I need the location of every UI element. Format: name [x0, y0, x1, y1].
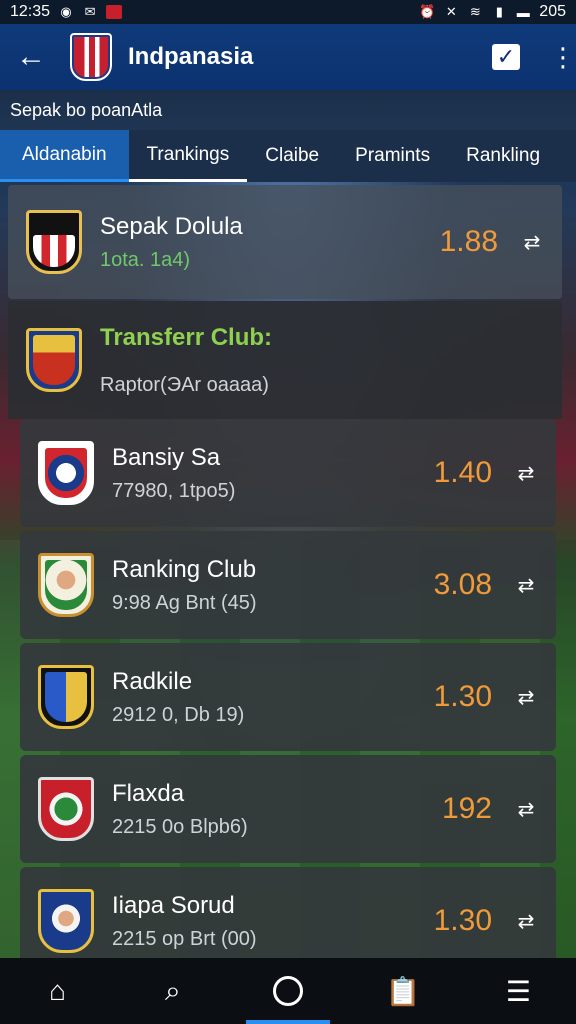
club-sub: 2215 0o Blpb6): [112, 815, 248, 838]
club-rating: 1.30: [433, 904, 492, 937]
swap-icon[interactable]: ⇄: [520, 230, 544, 255]
home-icon[interactable]: ⌂: [28, 958, 88, 1024]
club-name: Bansiy Sa: [112, 443, 221, 471]
more-vert-icon[interactable]: ⋮: [550, 44, 576, 70]
club-crest: [38, 441, 94, 505]
tab-trankings[interactable]: Trankings: [128, 130, 248, 182]
club-sub: 77980, 1tpo5): [112, 479, 236, 502]
tab-rankling[interactable]: Rankling: [448, 130, 558, 182]
club-name: Ranking Club: [112, 555, 257, 583]
tab-aldanabin[interactable]: Aldanabin: [0, 130, 129, 182]
club-name: Flaxda: [112, 779, 185, 807]
club-rating: 1.88: [439, 225, 498, 258]
club-sub: 2215 op Brt (00): [112, 927, 257, 950]
app-bar: ← Indpanasia ✓ ⋮: [0, 24, 576, 90]
club-name: Sepak Dolula: [100, 212, 243, 240]
battery-level: 205: [539, 3, 566, 20]
club-rating: 1.40: [433, 456, 492, 489]
club-crest: [26, 210, 82, 274]
subheader: Sepak bo poanAtla: [0, 90, 576, 130]
subheader-text: Sepak bo poanAtla: [10, 99, 163, 120]
club-crest: [38, 665, 94, 729]
club-rating: 3.08: [433, 568, 492, 601]
club-sub: 9:98 Ag Bnt (45): [112, 591, 257, 614]
club-crest: [38, 777, 94, 841]
transfer-club-item[interactable]: Transferr Club: Raptor(ЭAr oaaaa): [8, 301, 562, 419]
club-crest: [26, 328, 82, 392]
club-rating: 192: [441, 792, 492, 825]
club-crest: [38, 553, 94, 617]
alarm-icon: ◉: [60, 4, 72, 19]
clipboard-icon[interactable]: 📋: [373, 958, 433, 1024]
list-item[interactable]: Ranking Club 9:98 Ag Bnt (45) 3.08 ⇄: [20, 531, 556, 639]
battery-icon: ▬: [516, 4, 530, 20]
mail-icon: ✉: [84, 4, 96, 19]
swap-icon[interactable]: ⇄: [514, 573, 538, 598]
club-logo: [70, 33, 112, 81]
club-rating: 1.30: [433, 680, 492, 713]
list-item[interactable]: Bansiy Sa 77980, 1tpo5) 1.40 ⇄: [20, 419, 556, 527]
club-sub: 2912 0, Db 19): [112, 703, 245, 726]
tab-claibe[interactable]: Claibe: [247, 130, 337, 182]
club-sub: 1ota. 1a4): [100, 248, 191, 271]
signal-icon: ▮: [495, 4, 503, 19]
app-title: Indpanasia: [128, 43, 254, 70]
search-icon[interactable]: ⌕: [143, 958, 203, 1024]
transfer-club-sub: Raptor(ЭAr oaaaa): [100, 373, 269, 396]
swap-icon[interactable]: ⇄: [514, 685, 538, 710]
list-item[interactable]: Sepak Dolula 1ota. 1a4) 1.88 ⇄: [8, 185, 562, 299]
club-crest: [38, 889, 94, 953]
club-name: Radkile: [112, 667, 193, 695]
tab-pramints[interactable]: Pramints: [337, 130, 448, 182]
status-time: 12:35: [10, 3, 51, 20]
list-item[interactable]: Flaxda 2215 0o Blpb6) 192 ⇄: [20, 755, 556, 863]
list-icon[interactable]: ☰: [488, 958, 548, 1024]
arrow-left-icon[interactable]: ←: [16, 42, 56, 72]
club-name: Iiapa Sorud: [112, 891, 235, 919]
swap-icon[interactable]: ⇄: [514, 797, 538, 822]
swap-icon[interactable]: ⇄: [514, 909, 538, 934]
transfer-club-title: Transferr Club:: [100, 323, 273, 351]
circle-icon[interactable]: [245, 958, 330, 1024]
list-item[interactable]: Radkile 2912 0, Db 19) 1.30 ⇄: [20, 643, 556, 751]
check-box-icon[interactable]: ✓: [492, 44, 520, 70]
no-signal-icon: ✕: [445, 4, 457, 19]
list-item[interactable]: Iiapa Sorud 2215 op Brt (00) 1.30 ⇄: [20, 867, 556, 958]
alarm-clock-icon: ⏰: [419, 4, 436, 19]
club-list: Sepak Dolula 1ota. 1a4) 1.88 ⇄ Transferr…: [8, 183, 568, 958]
bottom-navigation: ⌂ ⌕ 📋 ☰: [0, 958, 576, 1024]
app-notification-icon: [106, 5, 123, 19]
wifi-icon: ≋: [469, 4, 481, 19]
status-bar: 12:35 ◉ ✉ ⏰ ✕ ≋ ▮ ▬ 205: [0, 0, 576, 24]
tab-bar: Aldanabin Trankings Claibe Pramints Rank…: [0, 130, 576, 182]
swap-icon[interactable]: ⇄: [514, 461, 538, 486]
